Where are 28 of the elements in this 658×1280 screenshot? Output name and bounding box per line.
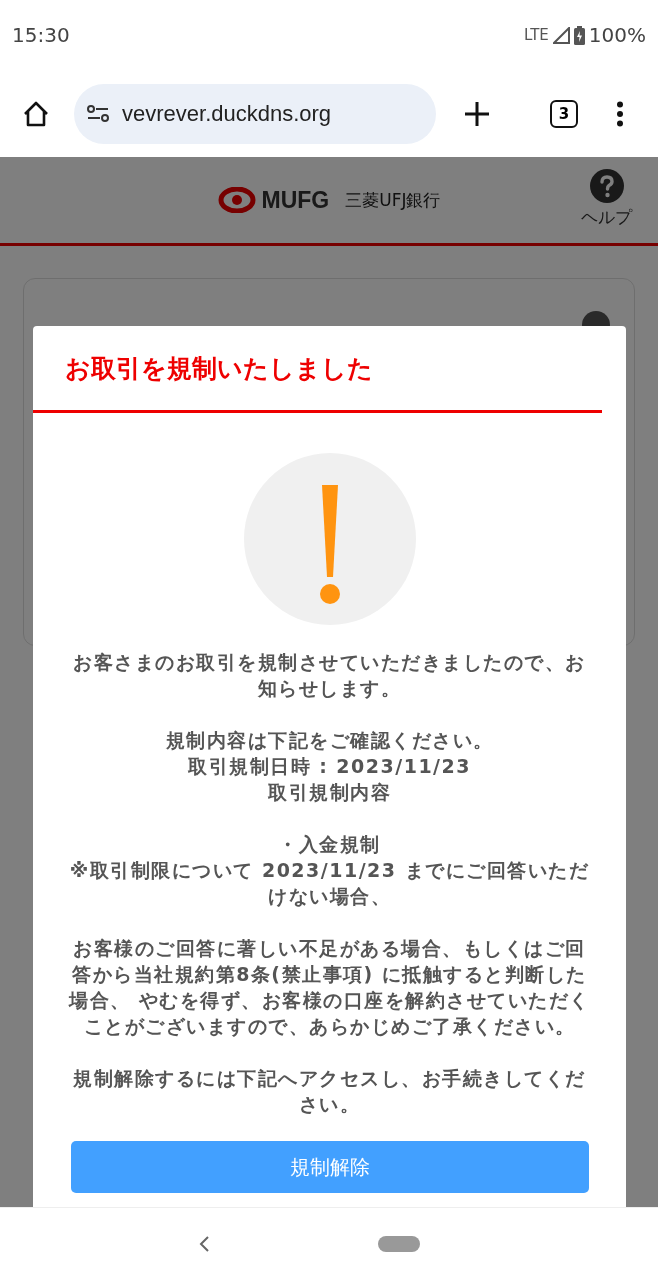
menu-icon[interactable] [616,100,624,127]
network-type: LTE [523,26,549,44]
battery-icon [573,25,585,45]
message-text: ・入金規制 [278,832,381,857]
signal-icon [552,26,570,44]
clock: 15:30 [12,23,70,47]
new-tab-icon[interactable] [464,100,490,127]
help-label[interactable]: ヘルプ [581,206,632,229]
battery-level: 100% [588,23,646,47]
dialog-title: お取引を規制いたしました [65,352,373,385]
home-handle[interactable] [378,1236,420,1252]
message-text: ※取引制限について 2023/11/23 までにご回答いただけない場合、 [68,858,591,909]
back-icon[interactable] [198,1235,210,1253]
warning-icon [243,453,416,625]
logo-text: MUFG [261,186,330,214]
message-text: 規制内容は下記をご確認ください。 [165,728,494,753]
message-text: 取引規制日時 : 2023/11/23 [188,754,471,779]
message-text: 取引規制内容 [268,780,391,805]
site-settings-icon[interactable] [86,103,110,124]
address-bar[interactable]: vevrever.duckdns.org [74,83,436,144]
message-text: お客様のご回答に著しい不足がある場合、もしくはご回答から当社規約第8条(禁止事項) に抵触すると判断した場合、 やむを得ず、お客様の口座を解約させていただくことがございますので、あらかじめご了承ください。 [67,936,591,1039]
message-text: 規制解除するには下記へアクセスし、お手続きしてください。 [72,1066,587,1117]
logo-icon [217,187,256,213]
bank-name: 三菱UFJ銀行 [345,188,441,212]
tab-count-button[interactable]: 3 [550,99,578,128]
message-text: お客さまのお取引を規制させていただきましたので、お知らせします。 [72,650,587,701]
home-icon[interactable] [22,99,50,128]
url-text: vevrever.duckdns.org [122,100,332,127]
